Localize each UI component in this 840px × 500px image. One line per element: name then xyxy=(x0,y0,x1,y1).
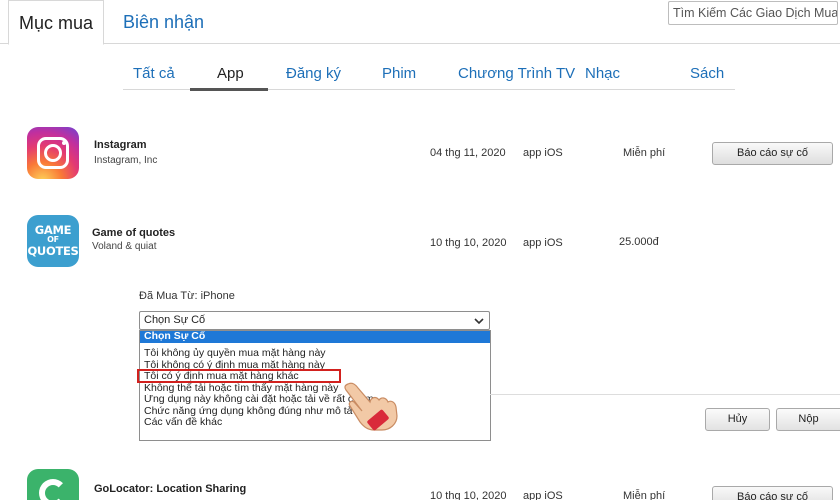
app-title[interactable]: GoLocator: Location Sharing xyxy=(94,483,246,495)
highlighted-option-box xyxy=(137,369,341,383)
category-tab-bar: Tất cả App Đăng ký Phim Chương Trình TV … xyxy=(123,60,735,90)
purchased-from-label: Đã Mua Từ: iPhone xyxy=(139,290,235,302)
issue-option[interactable]: Chức năng ứng dụng không đúng như mô tả xyxy=(140,406,490,418)
purchase-date: 10 thg 10, 2020 xyxy=(430,490,507,500)
issue-select-value: Chọn Sự Cố xyxy=(144,314,206,326)
app-title[interactable]: Instagram xyxy=(94,139,147,151)
purchase-date: 04 thg 11, 2020 xyxy=(430,147,506,159)
report-problem-button[interactable]: Báo cáo sự cố xyxy=(712,142,833,165)
category-tab-subscriptions[interactable]: Đăng ký xyxy=(286,65,341,82)
app-developer: Voland & quiat xyxy=(92,241,157,252)
submit-button[interactable]: Nộp xyxy=(776,408,840,431)
purchase-type: app iOS xyxy=(523,490,563,500)
cancel-button[interactable]: Hủy xyxy=(705,408,770,431)
active-tab-indicator xyxy=(190,88,268,91)
issue-option[interactable]: Không thể tải hoặc tìm thấy mặt hàng này xyxy=(140,383,490,395)
tab-receipts[interactable]: Biên nhận xyxy=(123,0,204,44)
purchase-type: app iOS xyxy=(523,237,563,249)
report-problem-button[interactable]: Báo cáo sự cố xyxy=(712,486,833,500)
instagram-icon xyxy=(27,127,79,179)
purchase-date: 10 thg 10, 2020 xyxy=(430,237,507,249)
app-developer: Instagram, Inc xyxy=(94,155,158,166)
issue-option[interactable]: Tôi không ủy quyền mua mặt hàng này xyxy=(140,348,490,360)
tab-purchases[interactable]: Mục mua xyxy=(8,0,104,45)
issue-options-list[interactable]: Chọn Sự Cố Tôi không ủy quyền mua mặt hà… xyxy=(139,330,491,441)
category-tab-all[interactable]: Tất cả xyxy=(133,65,175,82)
purchase-price: Miễn phí xyxy=(623,147,666,159)
golocator-icon xyxy=(27,469,79,500)
divider xyxy=(490,394,840,395)
category-tab-app[interactable]: App xyxy=(217,65,244,82)
search-input[interactable]: Tìm Kiếm Các Giao Dịch Mua xyxy=(668,1,838,25)
category-tab-tv-shows[interactable]: Chương Trình TV xyxy=(458,65,575,82)
category-tab-books[interactable]: Sách xyxy=(690,65,724,82)
category-tab-movies[interactable]: Phim xyxy=(382,65,416,82)
purchase-price: 25.000đ xyxy=(619,236,659,248)
issue-option[interactable]: Các vấn đề khác xyxy=(140,417,490,429)
issue-select[interactable]: Chọn Sự Cố xyxy=(139,311,490,330)
game-of-quotes-icon: GAME OF QUOTES xyxy=(27,215,79,267)
app-title[interactable]: Game of quotes xyxy=(92,227,175,239)
pointing-hand-icon xyxy=(344,382,398,431)
category-tab-music[interactable]: Nhạc xyxy=(585,65,620,82)
purchase-price: Miễn phí xyxy=(623,490,666,500)
chevron-down-icon xyxy=(474,318,484,325)
issue-option[interactable]: Ứng dụng này không cài đặt hoặc tải về r… xyxy=(140,394,490,406)
purchase-type: app iOS xyxy=(523,147,563,159)
issue-option[interactable]: Chọn Sự Cố xyxy=(140,331,490,343)
